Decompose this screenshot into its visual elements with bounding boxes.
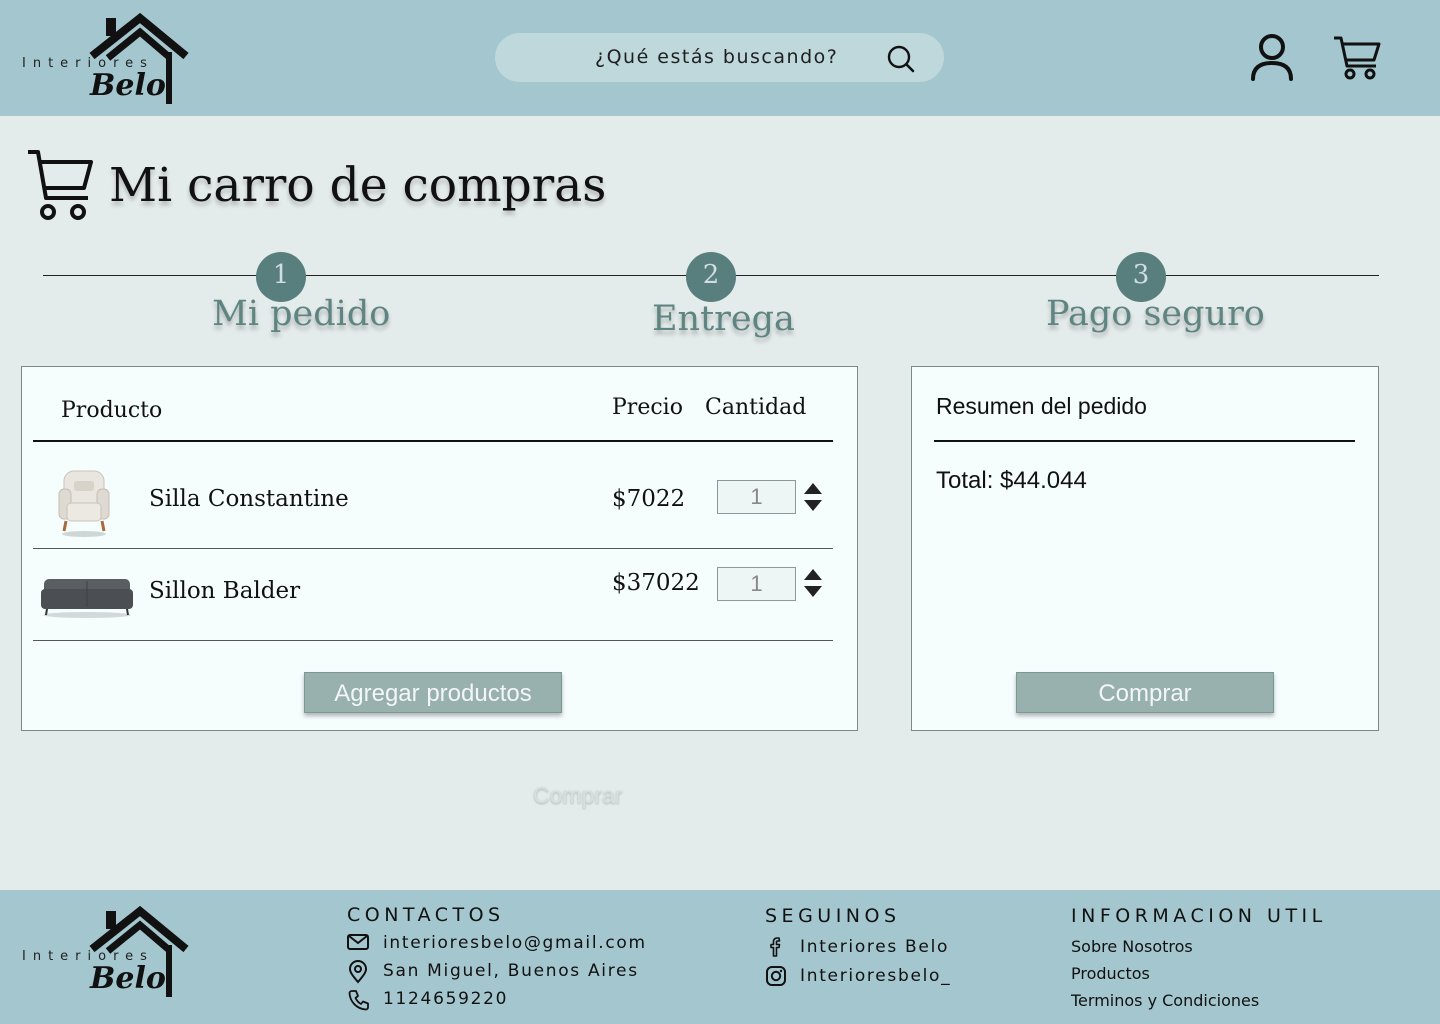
cart-icon[interactable] — [1332, 34, 1382, 82]
product-name[interactable]: Silla Constantine — [149, 486, 349, 512]
phone-icon — [348, 990, 369, 1011]
product-price: $37022 — [612, 570, 700, 596]
footer-link-about[interactable]: Sobre Nosotros — [1071, 937, 1193, 956]
step-2-circle[interactable]: 2 — [686, 252, 736, 302]
search-bar[interactable]: ¿Qué estás buscando? — [495, 33, 944, 82]
footer-brand-logo[interactable]: Interiores Belo — [20, 905, 195, 1001]
order-total: Total: $44.044 — [936, 467, 1087, 494]
step-1-label[interactable]: Mi pedido — [212, 294, 390, 334]
sofa-image[interactable] — [41, 575, 133, 619]
armchair-image[interactable] — [54, 467, 114, 539]
location-pin-icon — [348, 960, 368, 984]
summary-divider — [934, 440, 1355, 442]
logo-text-bottom: Belo — [90, 68, 166, 103]
add-products-button[interactable]: Agregar productos — [304, 672, 562, 713]
mail-icon — [347, 934, 369, 950]
facebook-icon[interactable] — [768, 936, 784, 958]
search-input[interactable]: ¿Qué estás buscando? — [595, 46, 838, 68]
product-price: $7022 — [612, 486, 686, 512]
instagram-icon[interactable] — [765, 965, 787, 987]
site-header: Interiores Belo ¿Qué estás buscando? — [0, 0, 1440, 116]
quantity-decrease-arrow-icon[interactable] — [804, 500, 822, 511]
contact-email[interactable]: interioresbelo@gmail.com — [383, 933, 647, 953]
search-icon[interactable] — [886, 44, 916, 74]
quantity-increase-arrow-icon[interactable] — [804, 483, 822, 494]
logo-text-bottom: Belo — [90, 961, 166, 996]
info-heading: INFORMACION UTIL — [1071, 905, 1327, 927]
quantity-input[interactable]: 1 — [717, 480, 796, 514]
summary-title: Resumen del pedido — [936, 393, 1147, 419]
row-divider — [33, 640, 833, 641]
row-divider — [33, 548, 833, 549]
header-divider — [33, 440, 833, 442]
quantity-input[interactable]: 1 — [717, 567, 796, 601]
contacts-heading: CONTACTOS — [347, 904, 505, 926]
cart-title-icon — [28, 150, 93, 220]
brand-logo[interactable]: Interiores Belo — [20, 12, 195, 108]
step-3-label[interactable]: Pago seguro — [1046, 294, 1265, 334]
contact-phone[interactable]: 1124659220 — [383, 989, 508, 1009]
footer-link-products[interactable]: Productos — [1071, 964, 1150, 983]
column-header-product: Producto — [61, 398, 163, 423]
buy-button[interactable]: Comprar — [1016, 672, 1274, 713]
social-heading: SEGUINOS — [765, 905, 901, 927]
page-title: Mi carro de compras — [109, 158, 607, 213]
footer-link-terms[interactable]: Terminos y Condiciones — [1071, 991, 1259, 1010]
product-name[interactable]: Sillon Balder — [149, 578, 300, 604]
order-summary-panel: Resumen del pedido Total: $44.044 Compra… — [911, 366, 1379, 731]
social-instagram[interactable]: Interioresbelo_ — [800, 966, 951, 986]
column-header-price: Precio — [612, 395, 683, 420]
step-2-label[interactable]: Entrega — [652, 299, 795, 339]
cart-panel: Producto Precio Cantidad Silla Constanti… — [21, 366, 858, 731]
column-header-quantity: Cantidad — [705, 395, 807, 420]
contact-address: San Miguel, Buenos Aires — [383, 961, 639, 981]
quantity-increase-arrow-icon[interactable] — [804, 569, 822, 580]
user-icon[interactable] — [1249, 32, 1295, 82]
quantity-decrease-arrow-icon[interactable] — [804, 586, 822, 597]
ghost-buy-label: Comprar — [533, 782, 623, 808]
social-facebook[interactable]: Interiores Belo — [800, 937, 949, 957]
site-footer: Interiores Belo CONTACTOS interioresbelo… — [0, 890, 1440, 1024]
